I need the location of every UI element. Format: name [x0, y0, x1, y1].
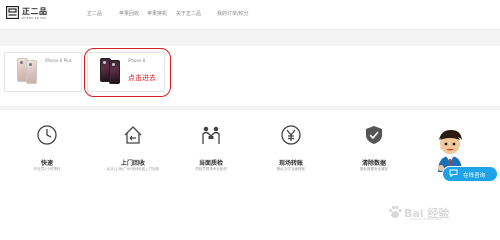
- product-card-iphone-8-plus[interactable]: iPhone 8 Plus: [4, 52, 82, 92]
- main-nav: 正二品 苹果回收 苹果换机 关于正二品 我的订单/积分: [0, 0, 500, 30]
- feature-title: 上门回收: [120, 160, 145, 167]
- shield-icon: [366, 126, 382, 144]
- clock-icon: [37, 125, 57, 145]
- feature-home-recycle: 上门回收 北京/上海/广州/深圳免费上门回收: [88, 124, 178, 204]
- nav-item-orders[interactable]: 我的订单/积分: [217, 10, 249, 17]
- nav-item-apple-exchange[interactable]: 苹果换机: [147, 10, 167, 17]
- feature-fast: 快速 作业员2小时预约: [2, 124, 92, 204]
- feature-desc: 确认交付当面转账: [277, 167, 305, 171]
- feature-title: 清除数据: [361, 160, 386, 167]
- feature-clear-data: 清除数据 隐私数据安全清除: [329, 124, 419, 204]
- feature-desc: 隐私数据安全清除: [360, 167, 388, 171]
- feature-desc: 作业员2小时预约: [33, 167, 61, 171]
- chat-bubble-icon: [449, 169, 458, 177]
- home-return-icon: [124, 126, 142, 144]
- product-name: iPhone 8: [128, 58, 146, 63]
- camera-icon: [103, 61, 106, 64]
- nav-item-about[interactable]: 关于正二品: [176, 10, 201, 17]
- handshake-icon: [202, 126, 220, 144]
- online-service-widget: 在线咨询: [430, 122, 500, 202]
- product-section: iPhone 8 Plus iPhone 8: [0, 46, 500, 106]
- feature-desc: 北京/上海/广州/深圳免费上门回收: [106, 167, 160, 171]
- online-consult-button[interactable]: 在线咨询: [442, 166, 498, 182]
- phone-front-image: [26, 60, 37, 84]
- nav-item-home[interactable]: 正二品: [87, 10, 102, 17]
- nav-item-apple-recycle[interactable]: 苹果回收: [119, 10, 139, 17]
- feature-desc: 质检员现场专业检测: [195, 167, 227, 171]
- camera-icon: [20, 61, 23, 64]
- product-card-iphone-8[interactable]: iPhone 8: [87, 52, 165, 92]
- paw-icon: [388, 205, 402, 218]
- feature-title: 快速: [40, 160, 53, 167]
- yen-icon: [281, 125, 301, 145]
- online-consult-label: 在线咨询: [463, 173, 486, 179]
- camera-icon: [112, 63, 115, 66]
- feature-title: 当面质检: [198, 160, 223, 167]
- feature-title: 现场转账: [278, 160, 303, 167]
- camera-icon: [29, 63, 32, 66]
- feature-transfer: 现场转账 确认交付当面转账: [246, 124, 336, 204]
- phone-front-image: [109, 60, 120, 84]
- baidu-watermark: Bai 经验 jingyan.baidu.com: [388, 204, 458, 222]
- product-name: iPhone 8 Plus: [45, 58, 72, 63]
- feature-inspection: 当面质检 质检员现场专业检测: [166, 124, 256, 204]
- top-header: 正二品 ZHENG ER PIN 正二品 苹果回收 苹果换机 关于正二品 我的订…: [0, 0, 500, 30]
- annotation-click-text: 点击进去: [128, 74, 156, 82]
- watermark-subtext: jingyan.baidu.com: [410, 217, 443, 221]
